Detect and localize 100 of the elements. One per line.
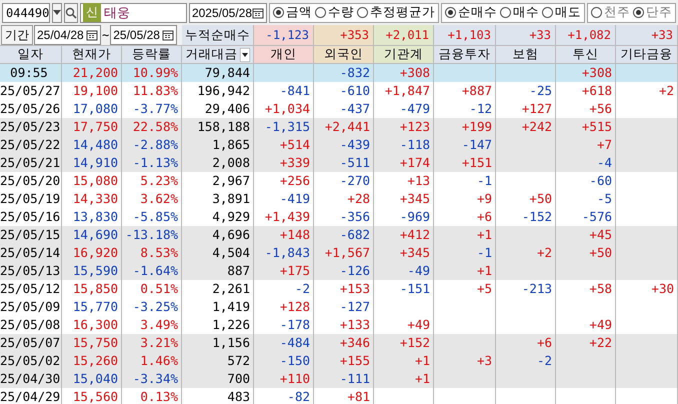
net-buy-cell: +6 — [496, 334, 556, 352]
radio-option[interactable]: 매수 — [500, 4, 539, 21]
calendar-icon[interactable] — [86, 29, 98, 41]
sort-caret-icon[interactable] — [240, 48, 250, 62]
calendar-icon[interactable] — [252, 6, 264, 18]
stock-name: 태웅 — [104, 4, 130, 22]
search-button[interactable] — [64, 2, 78, 22]
summary-value: +1,103 — [434, 25, 496, 45]
radio-icon[interactable] — [591, 7, 602, 18]
net-buy-cell: +152 — [374, 334, 434, 352]
radio-icon[interactable] — [357, 7, 368, 18]
net-buy-cell: +345 — [374, 244, 434, 262]
date-cell: 25/05/12 — [0, 280, 62, 298]
radio-icon[interactable] — [542, 7, 553, 18]
date-cell: 25/05/26 — [0, 100, 62, 118]
price-cell: 15,260 — [62, 352, 122, 370]
column-title: 거래대금 — [186, 46, 238, 63]
date-field[interactable]: 25/04/28 — [34, 25, 101, 45]
net-buy-cell: +1,567 — [314, 244, 374, 262]
column-title: 일자 — [18, 46, 44, 63]
column-header[interactable]: 일자 — [0, 46, 62, 64]
summary-value: +1,082 — [556, 25, 616, 45]
calendar-icon[interactable] — [162, 29, 174, 41]
date-cell: 25/05/02 — [0, 352, 62, 370]
date-cell: 25/05/15 — [0, 226, 62, 244]
net-buy-cell: -150 — [254, 352, 314, 370]
radio-option[interactable]: 순매수 — [445, 4, 497, 21]
date-cell: 25/05/16 — [0, 208, 62, 226]
column-header[interactable]: 금융투자 — [434, 46, 496, 64]
date-cell: 25/05/14 — [0, 244, 62, 262]
net-buy-cell: +199 — [434, 118, 496, 136]
radio-option[interactable]: 금액 — [273, 4, 312, 21]
radio-icon[interactable] — [633, 7, 644, 18]
net-buy-cell: -2 — [496, 352, 556, 370]
column-header[interactable]: 등락률 — [122, 46, 182, 64]
trade-amount-cell: 2,008 — [182, 154, 254, 172]
trade-amount-cell: 79,844 — [182, 64, 254, 82]
date-cell: 25/04/29 — [0, 388, 62, 404]
column-header[interactable]: 보험 — [496, 46, 556, 64]
radio-label: 매도 — [555, 4, 581, 21]
net-buy-cell: +308 — [374, 64, 434, 82]
net-buy-cell: +155 — [314, 352, 374, 370]
date-cell: 25/05/27 — [0, 82, 62, 100]
price-cell: 21,200 — [62, 64, 122, 82]
date-cell: 25/05/23 — [0, 118, 62, 136]
column-header[interactable]: 거래대금 — [182, 46, 254, 64]
date-field[interactable]: 25/05/28 — [110, 25, 178, 45]
dropdown-button[interactable] — [52, 2, 62, 22]
caret-icon — [53, 10, 61, 15]
net-buy-cell: +1 — [434, 226, 496, 244]
change-rate-cell: 22.58% — [122, 118, 182, 136]
net-buy-cell: +2,441 — [314, 118, 374, 136]
net-buy-cell: +514 — [254, 136, 314, 154]
date-field[interactable]: 2025/05/28 — [188, 2, 267, 22]
price-cell: 15,040 — [62, 370, 122, 388]
column-title: 등락률 — [132, 46, 171, 63]
column-header[interactable]: 개인 — [254, 46, 314, 64]
column-header[interactable]: 기관계 — [374, 46, 434, 64]
radio-option[interactable]: 단주 — [633, 4, 672, 21]
column-title: 금융투자 — [438, 46, 490, 63]
column-header[interactable]: 투신 — [556, 46, 616, 64]
column-header[interactable]: 기타금융 — [616, 46, 678, 64]
range-separator: ~ — [102, 28, 110, 42]
net-buy-cell: +123 — [374, 118, 434, 136]
price-cell: 17,750 — [62, 118, 122, 136]
radio-option[interactable]: 수량 — [315, 4, 354, 21]
search-icon — [65, 6, 77, 18]
radio-icon[interactable] — [500, 7, 511, 18]
radio-option[interactable]: 천주 — [591, 4, 630, 21]
net-buy-cell: +45 — [556, 226, 616, 244]
trade-amount-cell: 158,188 — [182, 118, 254, 136]
stock-name-field[interactable]: 신 태웅 — [80, 2, 187, 22]
price-cell: 14,910 — [62, 154, 122, 172]
net-buy-cell: +2 — [496, 244, 556, 262]
radio-label: 단주 — [646, 4, 672, 21]
summary-value: -1,123 — [254, 25, 314, 45]
radio-icon[interactable] — [445, 7, 456, 18]
stock-code-field[interactable]: 044490 — [2, 2, 50, 22]
price-cell: 15,750 — [62, 334, 122, 352]
radio-option[interactable]: 추정평균가 — [357, 4, 435, 21]
change-rate-cell: -3.34% — [122, 370, 182, 388]
net-buy-cell: -511 — [314, 154, 374, 172]
price-cell: 14,690 — [62, 226, 122, 244]
net-buy-cell: +1 — [434, 262, 496, 280]
date-cell: 25/05/08 — [0, 316, 62, 334]
net-buy-cell: +1 — [374, 352, 434, 370]
net-buy-cell: +308 — [556, 64, 616, 82]
radio-option[interactable]: 매도 — [542, 4, 581, 21]
net-buy-cell: +151 — [434, 154, 496, 172]
trade-amount-cell: 4,504 — [182, 244, 254, 262]
radio-icon[interactable] — [315, 7, 326, 18]
net-buy-cell: -4 — [556, 154, 616, 172]
date-value: 25/05/28 — [113, 28, 160, 42]
column-header[interactable]: 외국인 — [314, 46, 374, 64]
radio-icon[interactable] — [273, 7, 284, 18]
date-value: 25/04/28 — [37, 28, 84, 42]
column-header[interactable]: 현재가 — [62, 46, 122, 64]
net-buy-cell: -126 — [314, 262, 374, 280]
net-buy-cell: +412 — [374, 226, 434, 244]
net-buy-cell: -1 — [434, 244, 496, 262]
